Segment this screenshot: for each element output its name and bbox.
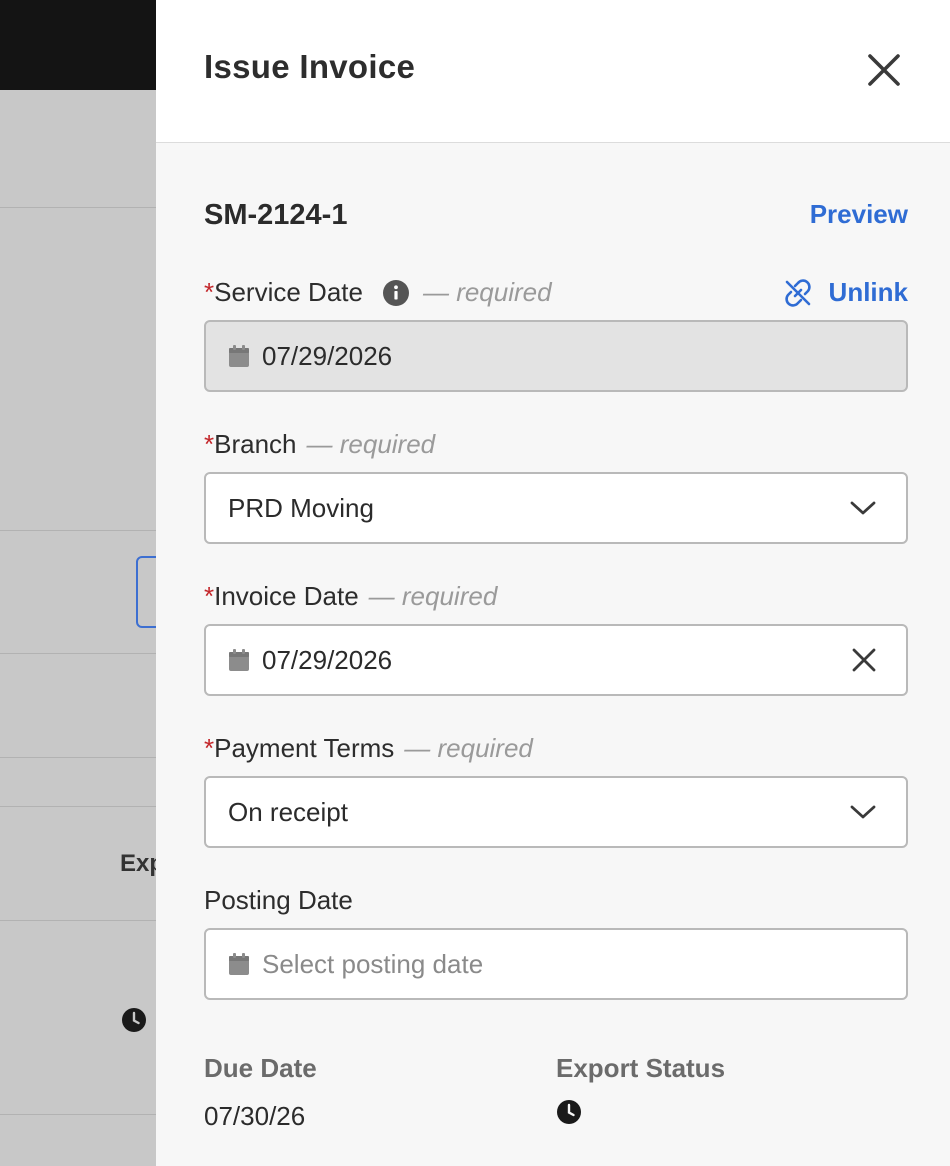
unlink-label: Unlink (828, 277, 908, 307)
unlink-icon (783, 278, 829, 308)
payment-terms-select[interactable]: On receipt (204, 776, 908, 848)
background-top-bar (0, 0, 156, 90)
invoice-date-value: 07/29/2026 (262, 644, 393, 675)
background-divider (0, 207, 156, 208)
required-hint: — required (368, 581, 498, 611)
required-hint: — required (306, 429, 436, 459)
payment-terms-label: * Payment Terms — required (204, 733, 533, 764)
calendar-icon (228, 648, 250, 672)
issue-invoice-drawer: Issue Invoice SM-2124-1 Preview * Servic… (156, 0, 950, 1166)
required-hint: — required (404, 733, 533, 763)
background-divider (0, 757, 156, 758)
invoice-date-label: * Invoice Date — required (204, 581, 497, 612)
calendar-icon (228, 344, 250, 368)
background-button-outline (136, 556, 156, 628)
clock-icon (122, 1008, 146, 1037)
background-divider (0, 530, 156, 531)
payment-terms-label-text: Payment Terms (214, 733, 395, 763)
background-divider (0, 1114, 156, 1115)
due-date-label: Due Date (204, 1053, 317, 1083)
required-asterisk: * (204, 277, 215, 307)
required-hint: — required (422, 277, 552, 307)
clear-icon[interactable] (852, 648, 876, 672)
clock-icon (557, 1100, 581, 1124)
branch-label: * Branch — required (204, 429, 435, 460)
drawer-title: Issue Invoice (204, 48, 416, 85)
preview-link[interactable]: Preview (810, 199, 908, 230)
close-icon (867, 53, 901, 87)
service-date-value: 07/29/2026 (262, 340, 393, 371)
service-date-label: * Service Date — required (204, 277, 552, 308)
invoice-date-label-text: Invoice Date (214, 581, 359, 611)
invoice-header-row: SM-2124-1 Preview (204, 195, 908, 235)
payment-terms-value: On receipt (228, 796, 348, 827)
background-page: Exp (0, 0, 156, 1166)
chevron-down-icon (850, 500, 876, 516)
service-date-label-text: Service Date (214, 277, 363, 307)
branch-value: PRD Moving (228, 492, 374, 523)
required-asterisk: * (204, 581, 215, 611)
calendar-icon (228, 952, 250, 976)
unlink-button[interactable]: Unlink (783, 277, 908, 308)
required-asterisk: * (204, 429, 215, 459)
background-divider (0, 653, 156, 654)
service-date-field: 07/29/2026 (204, 320, 908, 392)
export-status-label: Export Status (556, 1053, 726, 1083)
background-partial-text: Exp (120, 850, 156, 877)
posting-date-field[interactable]: Select posting date (204, 928, 908, 1000)
drawer-header: Issue Invoice (156, 0, 950, 143)
branch-label-text: Branch (214, 429, 297, 459)
required-asterisk: * (204, 733, 215, 763)
due-date-value: 07/30/26 (204, 1101, 306, 1131)
chevron-down-icon (850, 804, 876, 820)
branch-select[interactable]: PRD Moving (204, 472, 908, 544)
invoice-id: SM-2124-1 (204, 199, 348, 231)
close-button[interactable] (862, 48, 906, 92)
background-divider (0, 806, 156, 807)
posting-date-label: Posting Date (204, 885, 353, 916)
background-divider (0, 920, 156, 921)
posting-date-placeholder: Select posting date (262, 948, 484, 979)
posting-date-label-text: Posting Date (204, 885, 353, 915)
info-icon[interactable] (382, 279, 409, 306)
invoice-date-field[interactable]: 07/29/2026 (204, 624, 908, 696)
